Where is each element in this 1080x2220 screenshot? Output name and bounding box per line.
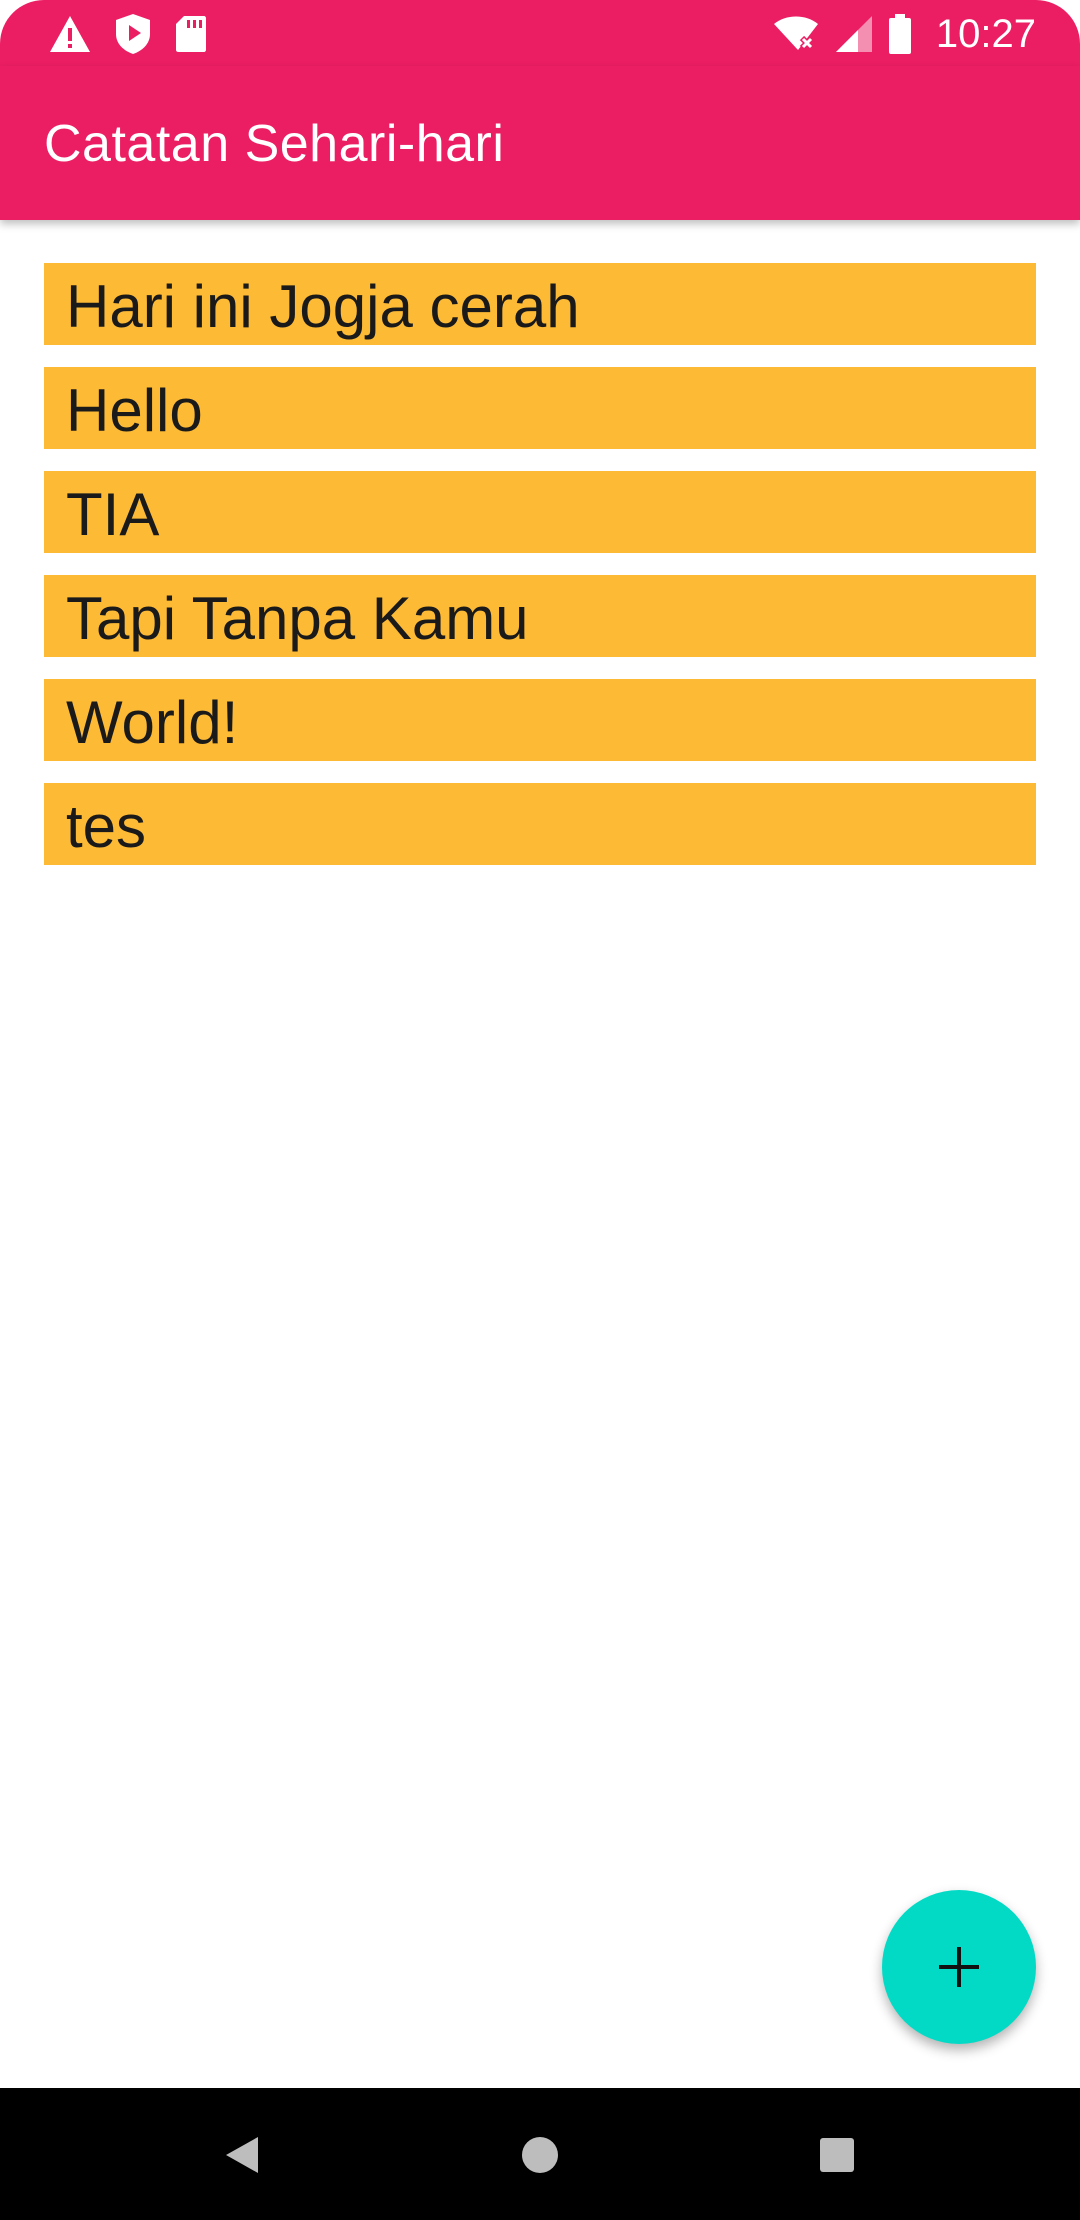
home-button[interactable] xyxy=(495,2120,585,2190)
warning-icon xyxy=(48,14,92,54)
status-right-icons: 10:27 xyxy=(772,10,1036,58)
note-item[interactable]: TIA xyxy=(44,471,1036,553)
back-button[interactable] xyxy=(197,2120,287,2190)
note-item[interactable]: Hello xyxy=(44,367,1036,449)
note-text: World! xyxy=(66,689,239,756)
note-item[interactable]: World! xyxy=(44,679,1036,761)
home-icon xyxy=(520,2135,560,2175)
note-item[interactable]: Tapi Tanpa Kamu xyxy=(44,575,1036,657)
note-text: Tapi Tanpa Kamu xyxy=(66,585,529,652)
recents-button[interactable] xyxy=(792,2120,882,2190)
note-text: Hello xyxy=(66,377,203,444)
screen: 10:27 Catatan Sehari-hari Hari ini Jogja… xyxy=(0,0,1080,2220)
back-icon xyxy=(224,2135,260,2175)
status-time: 10:27 xyxy=(935,11,1036,56)
add-note-button[interactable] xyxy=(882,1890,1036,2044)
note-text: TIA xyxy=(66,481,160,548)
note-item[interactable]: Hari ini Jogja cerah xyxy=(44,263,1036,345)
sd-card-icon xyxy=(174,14,208,54)
recents-icon xyxy=(819,2137,855,2173)
status-bar: 10:27 xyxy=(0,0,1080,66)
plus-icon xyxy=(937,1945,981,1989)
battery-icon xyxy=(888,13,912,55)
note-text: tes xyxy=(66,793,147,860)
note-item[interactable]: tes xyxy=(44,783,1036,865)
wifi-off-icon xyxy=(772,14,820,54)
app-bar: Catatan Sehari-hari xyxy=(0,66,1080,220)
shield-play-icon xyxy=(114,12,152,56)
signal-icon xyxy=(834,14,874,54)
note-text: Hari ini Jogja cerah xyxy=(66,273,580,340)
navigation-bar xyxy=(0,2088,1080,2220)
status-left-icons xyxy=(48,10,208,58)
app-title: Catatan Sehari-hari xyxy=(44,115,505,173)
note-list: Hari ini Jogja cerah Hello TIA Tapi Tanp… xyxy=(44,263,1036,887)
